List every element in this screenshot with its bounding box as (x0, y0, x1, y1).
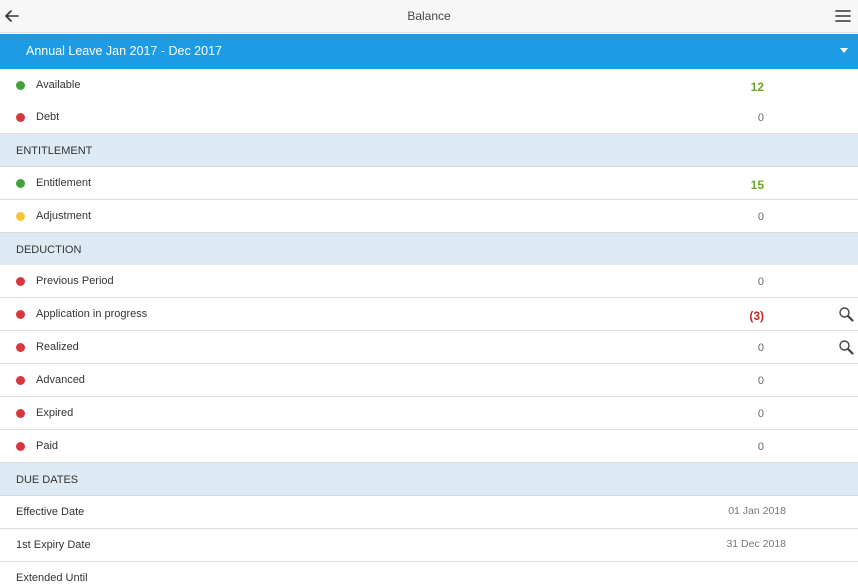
row-value: (3) (749, 309, 764, 323)
section-title: DEDUCTION (16, 244, 82, 256)
status-dot-yellow (16, 212, 25, 221)
row-label: Expired (36, 407, 74, 419)
balance-row-debt: Debt 0 (0, 101, 858, 134)
row-label: 1st Expiry Date (16, 539, 91, 551)
row-label: Paid (36, 440, 59, 452)
row-label: Debt (36, 111, 60, 123)
balance-row-adjustment: Adjustment 0 (0, 200, 858, 233)
section-title: DUE DATES (16, 474, 79, 486)
status-dot-red (16, 442, 25, 451)
status-dot-red (16, 409, 25, 418)
row-value: 12 (750, 80, 764, 94)
balance-row-advanced: Advanced 0 (0, 364, 858, 397)
section-header-entitlement: ENTITLEMENT (0, 134, 858, 167)
date-row-extended-until: Extended Until (0, 562, 858, 584)
row-value: 0 (757, 375, 764, 387)
row-value: 0 (757, 276, 764, 288)
balance-row-previous-period: Previous Period 0 (0, 265, 858, 298)
status-dot-red (16, 113, 25, 122)
status-dot-red (16, 310, 25, 319)
menu-button[interactable] (834, 7, 852, 25)
view-details-button[interactable] (838, 339, 854, 355)
status-dot-green (16, 81, 25, 90)
row-value: 0 (757, 112, 764, 124)
row-value: 0 (757, 408, 764, 420)
row-label: Effective Date (16, 506, 85, 518)
section-title: ENTITLEMENT (16, 145, 93, 157)
row-label: Advanced (36, 374, 85, 386)
date-row-1st-expiry-date: 1st Expiry Date 31 Dec 2018 (0, 529, 858, 562)
row-date-value: 01 Jan 2018 (728, 505, 786, 517)
row-value: 0 (757, 342, 764, 354)
row-label: Application in progress (36, 308, 148, 320)
chevron-down-icon (840, 48, 848, 53)
section-header-due-dates: DUE DATES (0, 463, 858, 496)
section-header-deduction: DEDUCTION (0, 233, 858, 266)
balance-row-paid: Paid 0 (0, 430, 858, 463)
page-title: Balance (407, 9, 451, 23)
row-label: Previous Period (36, 275, 114, 287)
search-icon (839, 340, 854, 355)
status-dot-red (16, 376, 25, 385)
balance-row-application-in-progress: Application in progress (3) (0, 298, 858, 331)
balance-row-realized: Realized 0 (0, 331, 858, 364)
status-dot-green (16, 179, 25, 188)
view-details-button[interactable] (838, 306, 854, 322)
date-row-effective-date: Effective Date 01 Jan 2018 (0, 496, 858, 529)
row-label: Available (36, 79, 81, 91)
balance-row-expired: Expired 0 (0, 397, 858, 430)
search-icon (839, 307, 854, 322)
row-date-value: 31 Dec 2018 (726, 538, 786, 550)
row-value: 0 (757, 441, 764, 453)
balance-row-available: Available 12 (0, 69, 858, 102)
row-label: Adjustment (36, 210, 92, 222)
row-value: 0 (757, 211, 764, 223)
leave-period-label: Annual Leave Jan 2017 - Dec 2017 (26, 44, 222, 58)
hamburger-menu-icon (835, 10, 851, 22)
row-value: 15 (750, 178, 764, 192)
app-header: Balance (0, 0, 858, 33)
row-label: Realized (36, 341, 79, 353)
leave-period-dropdown[interactable]: Annual Leave Jan 2017 - Dec 2017 (0, 34, 858, 69)
balance-row-entitlement: Entitlement 15 (0, 167, 858, 200)
row-label: Extended Until (16, 572, 88, 584)
status-dot-red (16, 277, 25, 286)
status-dot-red (16, 343, 25, 352)
row-label: Entitlement (36, 177, 92, 189)
